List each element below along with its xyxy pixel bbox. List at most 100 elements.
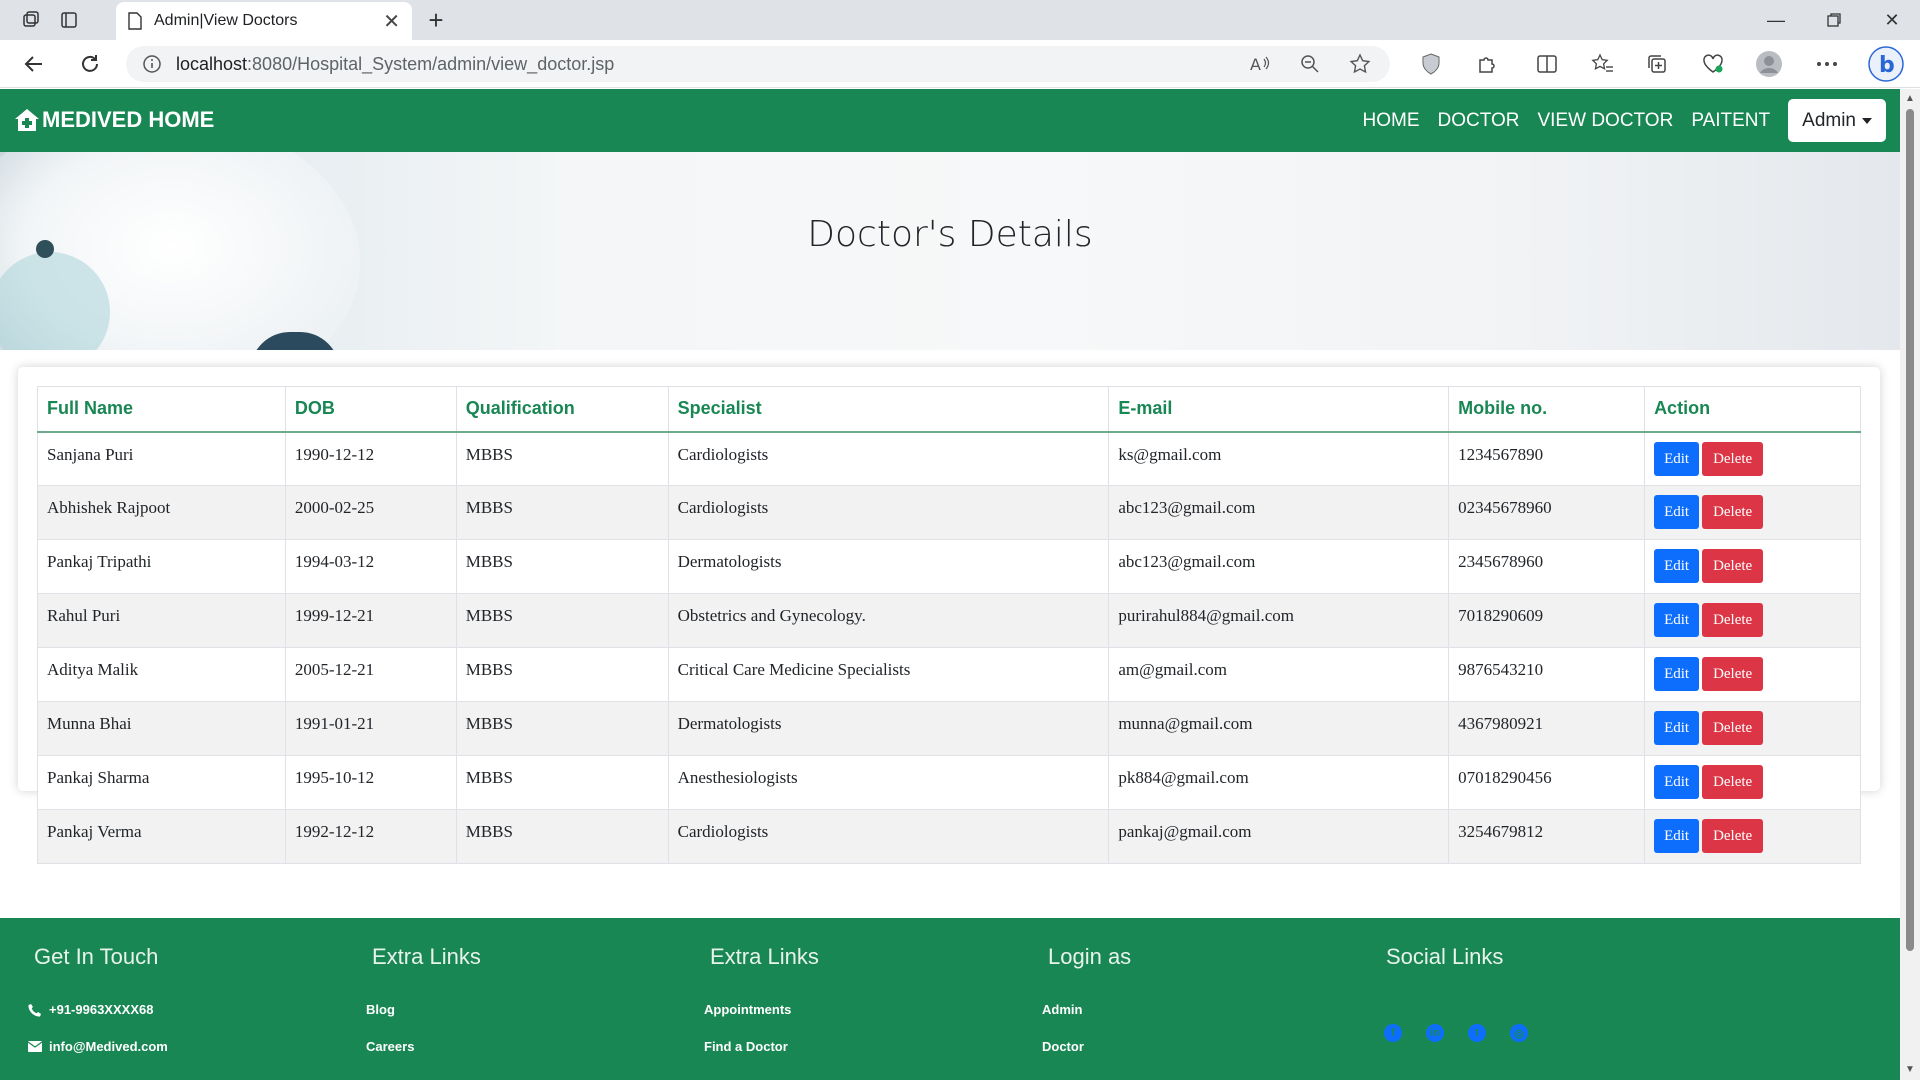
edit-button[interactable]: Edit: [1654, 819, 1700, 853]
cell-mobile: 7018290609: [1448, 593, 1646, 648]
site-info-icon[interactable]: [142, 54, 162, 74]
footer-link-doctor[interactable]: Doctor: [1042, 1039, 1084, 1054]
restore-icon[interactable]: [1806, 0, 1862, 40]
cell-specialist: Anesthesiologists: [667, 755, 1110, 810]
edit-button[interactable]: Edit: [1654, 657, 1700, 691]
close-tab-icon[interactable]: ✕: [383, 9, 400, 34]
linkedin-icon[interactable]: in: [1426, 1024, 1444, 1042]
page-icon: [128, 12, 142, 30]
cell-dob: 1990-12-12: [284, 431, 457, 486]
delete-button[interactable]: Delete: [1702, 495, 1764, 529]
performance-heart-icon[interactable]: [1698, 50, 1728, 78]
page-title: Doctor's Details: [807, 214, 1093, 255]
read-aloud-icon[interactable]: A: [1246, 52, 1274, 76]
table-row: Rahul Puri 1999-12-21 MBBS Obstetrics an…: [37, 593, 1861, 648]
admin-dropdown-button[interactable]: Admin: [1788, 99, 1886, 142]
nav-view-doctor[interactable]: VIEW DOCTOR: [1537, 110, 1673, 132]
cell-qualification: MBBS: [455, 485, 669, 540]
col-full-name: Full Name: [37, 386, 286, 433]
brand-link[interactable]: MEDIVED HOME: [14, 107, 214, 133]
split-screen-icon[interactable]: [1532, 50, 1562, 78]
favorite-star-icon[interactable]: [1346, 52, 1374, 76]
cell-email: abc123@gmail.com: [1108, 539, 1450, 594]
tab-title: Admin|View Doctors: [154, 12, 298, 29]
admin-label: Admin: [1802, 109, 1856, 131]
delete-button[interactable]: Delete: [1702, 765, 1764, 799]
edit-button[interactable]: Edit: [1654, 549, 1700, 583]
doctors-table: Full Name DOB Qualification Specialist E…: [37, 386, 1861, 864]
delete-button[interactable]: Delete: [1702, 657, 1764, 691]
minimize-icon[interactable]: —: [1748, 0, 1804, 40]
edit-button[interactable]: Edit: [1654, 765, 1700, 799]
page-scrollbar[interactable]: ▲ ▼: [1900, 89, 1920, 1080]
footer-link-careers[interactable]: Careers: [366, 1039, 414, 1054]
more-options-icon[interactable]: [1812, 50, 1842, 78]
scroll-down-icon[interactable]: ▼: [1904, 1064, 1916, 1076]
nav-doctor[interactable]: DOCTOR: [1438, 110, 1520, 132]
delete-button[interactable]: Delete: [1702, 441, 1764, 476]
footer-link-blog[interactable]: Blog: [366, 1002, 395, 1017]
refresh-icon[interactable]: [72, 48, 108, 80]
cell-qualification: MBBS: [455, 539, 669, 594]
col-dob: DOB: [284, 386, 457, 433]
footer-link-admin[interactable]: Admin: [1042, 1002, 1082, 1017]
collections-icon[interactable]: [1642, 50, 1672, 78]
twitter-icon[interactable]: t: [1468, 1024, 1486, 1042]
col-action: Action: [1644, 386, 1861, 433]
cell-mobile: 1234567890: [1448, 431, 1646, 486]
shield-extension-icon[interactable]: [1416, 50, 1446, 78]
doctors-card: Full Name DOB Qualification Specialist E…: [18, 367, 1880, 864]
profile-avatar-icon[interactable]: [1754, 50, 1784, 78]
footer-email[interactable]: info@Medived.com: [28, 1039, 168, 1054]
scroll-up-icon[interactable]: ▲: [1904, 93, 1916, 105]
site-footer: Get In Touch +91-9963XXXX68 info@Medived…: [0, 918, 1900, 1080]
delete-button[interactable]: Delete: [1702, 603, 1764, 637]
zoom-out-icon[interactable]: [1296, 52, 1324, 76]
edit-button[interactable]: Edit: [1654, 603, 1700, 637]
delete-button[interactable]: Delete: [1702, 711, 1764, 745]
instagram-icon[interactable]: ◎: [1510, 1024, 1528, 1042]
cell-action: Edit Delete: [1644, 755, 1861, 810]
cell-email: ks@gmail.com: [1108, 431, 1450, 486]
edit-button[interactable]: Edit: [1654, 441, 1700, 476]
extensions-puzzle-icon[interactable]: [1472, 50, 1502, 78]
social-icons: f in t ◎: [1384, 1024, 1552, 1042]
delete-button[interactable]: Delete: [1702, 819, 1764, 853]
address-bar[interactable]: localhost:8080/Hospital_System/admin/vie…: [126, 46, 1390, 82]
cell-qualification: MBBS: [455, 755, 669, 810]
close-window-icon[interactable]: ✕: [1864, 0, 1920, 40]
workspaces-icon[interactable]: [14, 6, 48, 34]
cell-action: Edit Delete: [1644, 647, 1861, 702]
edit-button[interactable]: Edit: [1654, 495, 1700, 529]
cell-mobile: 4367980921: [1448, 701, 1646, 756]
nav-home[interactable]: HOME: [1363, 110, 1420, 132]
new-tab-icon[interactable]: +: [420, 4, 452, 36]
browser-tab-active[interactable]: Admin|View Doctors ✕: [116, 2, 412, 40]
table-row: Abhishek Rajpoot 2000-02-25 MBBS Cardiol…: [37, 485, 1861, 540]
footer-phone[interactable]: +91-9963XXXX68: [28, 1002, 153, 1017]
back-icon[interactable]: [16, 48, 52, 80]
scrollbar-thumb[interactable]: [1906, 109, 1914, 951]
favorites-icon[interactable]: [1588, 50, 1618, 78]
cell-specialist: Obstetrics and Gynecology.: [667, 593, 1110, 648]
cell-full-name: Pankaj Sharma: [37, 755, 286, 810]
nav-patient[interactable]: PAITENT: [1691, 110, 1770, 132]
delete-button[interactable]: Delete: [1702, 549, 1764, 583]
footer-link-appointments[interactable]: Appointments: [704, 1002, 791, 1017]
cell-full-name: Munna Bhai: [37, 701, 286, 756]
table-header-row: Full Name DOB Qualification Specialist E…: [37, 386, 1861, 433]
facebook-icon[interactable]: f: [1384, 1024, 1402, 1042]
tab-actions-icon[interactable]: [52, 6, 86, 34]
hero-banner: Doctor's Details: [0, 152, 1900, 350]
cell-email: abc123@gmail.com: [1108, 485, 1450, 540]
cell-email: munna@gmail.com: [1108, 701, 1450, 756]
cell-specialist: Cardiologists: [667, 431, 1110, 486]
table-row: Pankaj Tripathi 1994-03-12 MBBS Dermatol…: [37, 539, 1861, 594]
footer-link-find-doctor[interactable]: Find a Doctor: [704, 1039, 788, 1054]
col-qualification: Qualification: [455, 386, 669, 433]
copilot-icon[interactable]: b: [1866, 44, 1906, 84]
cell-email: am@gmail.com: [1108, 647, 1450, 702]
footer-extra-links-title-2: Extra Links: [710, 944, 819, 969]
cell-email: pk884@gmail.com: [1108, 755, 1450, 810]
edit-button[interactable]: Edit: [1654, 711, 1700, 745]
